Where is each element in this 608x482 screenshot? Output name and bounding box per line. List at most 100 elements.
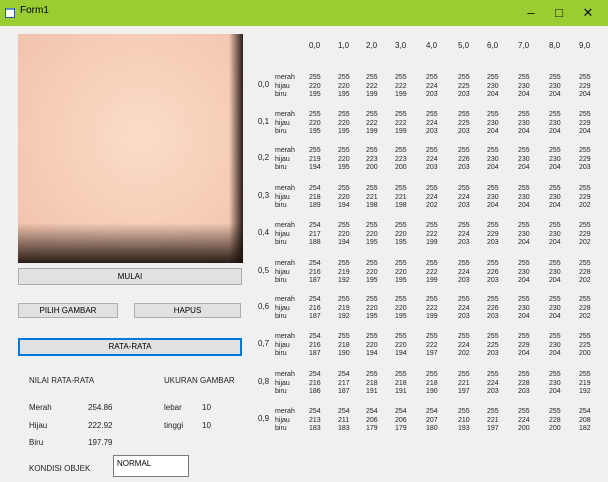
pixel-merah-value: 254: [395, 408, 407, 415]
pixel-merah-value: 255: [579, 147, 591, 154]
pixel-merah-value: 255: [579, 74, 591, 81]
pixel-merah-value: 255: [549, 333, 561, 340]
pixel-cell: 255 220 195: [309, 111, 321, 137]
pixel-cell: 254 206 179: [366, 408, 378, 434]
channel-name: hijau: [275, 416, 290, 424]
row-label: 0,3: [258, 191, 270, 200]
pixel-merah-value: 254: [309, 260, 321, 267]
pixel-biru-value: 204: [549, 164, 561, 171]
pixel-biru-value: 203: [458, 277, 470, 284]
pixel-cell: 255 224 203: [458, 260, 470, 286]
pixel-merah-value: 255: [426, 74, 438, 81]
pixel-hijau-value: 219: [579, 379, 591, 387]
pixel-cell: 255 218 191: [366, 371, 378, 397]
pixel-cell: 255 222 199: [366, 74, 378, 100]
lebar-value: 10: [202, 403, 211, 412]
pixel-merah-value: 255: [458, 371, 470, 378]
form-window: Form1 – □ ✕ MULAI PILIH GAMBAR HAPUS RAT…: [0, 0, 608, 482]
pixel-hijau-value: 230: [518, 304, 530, 312]
pixel-cell: 255 220 194: [366, 333, 378, 359]
pixel-cell: 255 225 203: [487, 333, 499, 359]
pixel-merah-value: 255: [549, 408, 561, 415]
pixel-merah-value: 255: [487, 111, 499, 118]
window-title: Form1: [20, 5, 49, 16]
pixel-merah-value: 255: [487, 296, 499, 303]
pixel-merah-value: 255: [366, 260, 378, 267]
pixel-merah-value: 255: [426, 147, 438, 154]
pixel-biru-value: 179: [366, 425, 378, 432]
kondisi-objek-field[interactable]: NORMAL: [113, 455, 189, 477]
pixel-cell: 254 216 187: [309, 260, 321, 286]
pixel-cell: 255 225 203: [458, 111, 470, 137]
mulai-button[interactable]: MULAI: [18, 268, 242, 285]
channel-name: hijau: [275, 155, 290, 163]
pixel-biru-value: 204: [549, 313, 561, 320]
pixel-cell: 255 220 195: [338, 147, 350, 173]
hapus-button[interactable]: HAPUS: [134, 303, 241, 318]
rata-rata-button[interactable]: RATA-RATA: [18, 338, 242, 356]
channel-name: merah: [275, 111, 295, 118]
pixel-hijau-value: 222: [426, 341, 438, 349]
pixel-cell: 255 229 204: [518, 333, 530, 359]
tinggi-label: tinggi: [164, 421, 184, 430]
pixel-merah-value: 255: [366, 74, 378, 81]
column-header: 0,0: [309, 41, 321, 50]
pixel-merah-value: 255: [579, 222, 591, 229]
pixel-biru-value: 204: [549, 202, 561, 209]
row-label: 0,6: [258, 302, 270, 311]
pixel-merah-value: 255: [458, 333, 470, 340]
pixel-cell: 255 230 204: [518, 185, 530, 211]
pixel-hijau-value: 224: [426, 193, 438, 201]
pixel-merah-value: 255: [309, 74, 321, 81]
pixel-hijau-value: 211: [338, 416, 350, 424]
pixel-cell: 255 224 203: [426, 147, 438, 173]
pixel-biru-value: 200: [366, 164, 378, 171]
pixel-hijau-value: 229: [579, 119, 591, 127]
pixel-hijau-value: 230: [487, 193, 499, 201]
pixel-biru-value: 187: [309, 313, 321, 320]
pixel-biru-value: 203: [458, 202, 470, 209]
pixel-merah-value: 255: [458, 185, 470, 192]
pixel-biru-value: 192: [338, 313, 350, 320]
channel-names: merah hijau biru: [275, 111, 295, 137]
pixel-hijau-value: 224: [426, 82, 438, 90]
pixel-hijau-value: 230: [549, 341, 561, 349]
pixel-merah-value: 254: [309, 185, 321, 192]
pixel-cell: 255 228 200: [549, 408, 561, 434]
app-icon: [5, 8, 15, 18]
channel-names: merah hijau biru: [275, 74, 295, 100]
pixel-hijau-value: 221: [458, 379, 470, 387]
pixel-biru-value: 194: [338, 202, 350, 209]
pixel-cell: 255 230 204: [549, 296, 561, 322]
pixel-hijau-value: 222: [426, 304, 438, 312]
channel-name: biru: [275, 202, 287, 209]
channel-name: hijau: [275, 268, 290, 276]
pixel-merah-value: 255: [338, 333, 350, 340]
pixel-hijau-value: 210: [458, 416, 470, 424]
pixel-cell: 255 230 204: [518, 296, 530, 322]
pixel-biru-value: 189: [309, 202, 321, 209]
pixel-cell: 255 228 203: [518, 371, 530, 397]
pixel-hijau-value: 206: [395, 416, 407, 424]
pixel-merah-value: 255: [366, 371, 378, 378]
pixel-biru-value: 204: [487, 164, 499, 171]
pixel-cell: 255 226 203: [487, 296, 499, 322]
minimize-button[interactable]: –: [519, 2, 543, 24]
pixel-hijau-value: 220: [395, 341, 407, 349]
pixel-cell: 255 230 204: [518, 74, 530, 100]
pixel-hijau-value: 220: [338, 119, 350, 127]
maximize-button[interactable]: □: [547, 2, 571, 24]
close-button[interactable]: ✕: [576, 2, 600, 24]
pixel-biru-value: 203: [518, 388, 530, 395]
pixel-cell: 255 220 195: [338, 111, 350, 137]
pixel-cell: 255 219 192: [338, 260, 350, 286]
pixel-hijau-value: 229: [579, 155, 591, 163]
pixel-biru-value: 195: [366, 313, 378, 320]
pixel-biru-value: 195: [338, 91, 350, 98]
channel-names: merah hijau biru: [275, 296, 295, 322]
pixel-hijau-value: 230: [487, 119, 499, 127]
column-header: 4,0: [426, 41, 438, 50]
pixel-hijau-value: 230: [549, 268, 561, 276]
pixel-hijau-value: 230: [487, 82, 499, 90]
pilih-gambar-button[interactable]: PILIH GAMBAR: [18, 303, 118, 318]
